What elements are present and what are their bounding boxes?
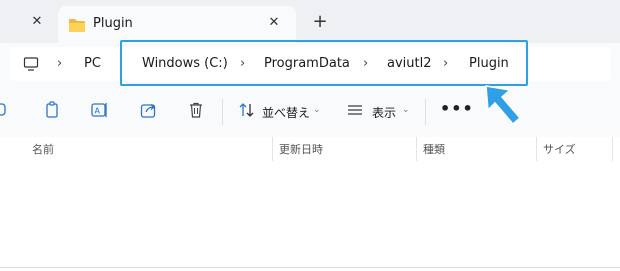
svg-text:A: A	[95, 107, 101, 116]
view-icon[interactable]	[346, 101, 364, 119]
column-divider[interactable]	[416, 137, 417, 161]
more-options-button[interactable]: •••	[440, 99, 474, 118]
column-header-modified[interactable]: 更新日時	[279, 141, 323, 157]
column-header-type[interactable]: 種類	[423, 141, 445, 157]
delete-icon[interactable]	[188, 101, 204, 119]
tab-plugin[interactable]: Plugin ✕	[58, 6, 296, 43]
column-divider[interactable]	[536, 137, 537, 161]
tab-close-icon[interactable]: ✕	[265, 14, 283, 32]
rename-icon[interactable]: A	[91, 101, 109, 119]
computer-icon[interactable]	[23, 56, 39, 72]
folder-icon	[69, 19, 85, 32]
chevron-down-icon[interactable]: ⌄	[402, 105, 410, 115]
tab-title: Plugin	[93, 16, 133, 31]
pointer-arrow-icon	[485, 85, 522, 126]
column-divider[interactable]	[272, 137, 273, 161]
sort-icon[interactable]	[238, 101, 256, 119]
view-button[interactable]: 表示	[372, 104, 396, 121]
column-header-name[interactable]: 名前	[32, 141, 54, 157]
share-icon[interactable]	[140, 101, 158, 119]
file-list-bottom-border	[0, 267, 620, 268]
breadcrumb-pc[interactable]: PC	[84, 56, 101, 71]
copy-icon[interactable]	[44, 101, 60, 119]
sort-button[interactable]: 並べ替え	[262, 104, 310, 121]
address-highlight-box	[120, 40, 528, 86]
chevron-down-icon[interactable]: ⌄	[313, 105, 321, 115]
tab-bar: ✕ Plugin ✕ +	[0, 0, 620, 43]
previous-tab-close-icon[interactable]: ✕	[28, 13, 46, 31]
column-header-size[interactable]: サイズ	[543, 141, 576, 157]
column-divider[interactable]	[612, 137, 613, 161]
new-tab-button[interactable]: +	[310, 12, 330, 32]
toolbar-divider	[222, 99, 223, 125]
cut-icon[interactable]	[0, 101, 10, 119]
breadcrumb-separator[interactable]: ›	[57, 56, 62, 71]
column-headers: 名前 更新日時 種類 サイズ	[0, 137, 620, 161]
toolbar-divider	[425, 99, 426, 125]
